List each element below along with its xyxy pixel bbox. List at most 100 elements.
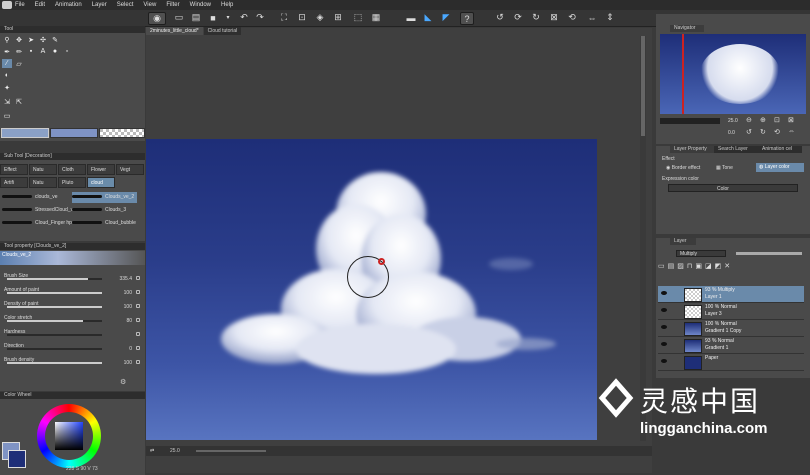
fill-icon[interactable]: ◈ bbox=[314, 12, 326, 23]
clear-outside-icon[interactable]: ⊡ bbox=[296, 12, 308, 23]
property-slider[interactable] bbox=[7, 320, 102, 322]
menu-file[interactable]: File bbox=[15, 2, 25, 8]
rotate-right-icon[interactable]: ↻ bbox=[760, 128, 766, 136]
flip-icon[interactable]: ⇔ bbox=[788, 128, 795, 135]
menu-window[interactable]: Window bbox=[190, 2, 211, 8]
subtool-tab-vegetation[interactable]: Vegt bbox=[116, 164, 144, 175]
rotate-left-icon[interactable]: ↺ bbox=[494, 12, 506, 23]
subtool-tab-natu[interactable]: Natu bbox=[29, 177, 57, 188]
open-file-icon[interactable]: ▤ bbox=[190, 12, 202, 23]
blend-tool-icon[interactable]: ◐ bbox=[2, 71, 12, 80]
layer-row[interactable]: 93 % Normal Gradient 1 bbox=[658, 337, 804, 354]
tool-property-row[interactable]: Color stretch 80 bbox=[4, 315, 140, 325]
saturation-value-square[interactable] bbox=[55, 422, 83, 450]
pen-pressure-icon[interactable] bbox=[136, 276, 140, 280]
eyedropper-tool-icon[interactable]: ✎ bbox=[50, 35, 60, 44]
menu-layer[interactable]: Layer bbox=[92, 2, 107, 8]
opacity-slider[interactable] bbox=[736, 252, 802, 255]
frame-tool-icon[interactable]: ▫ bbox=[62, 47, 72, 56]
snap-ruler-icon[interactable]: ▬ bbox=[405, 12, 417, 23]
flip-vertical-icon[interactable]: ⇕ bbox=[604, 12, 616, 23]
transform-icon[interactable]: ⊞ bbox=[332, 12, 344, 23]
brush-item[interactable]: clouds_ve bbox=[2, 192, 58, 203]
deselect-icon[interactable]: ⬚ bbox=[352, 12, 364, 23]
operation-tool-icon[interactable]: ➤ bbox=[26, 35, 36, 44]
zoom-slider[interactable] bbox=[196, 450, 266, 452]
clip-layer-icon[interactable]: ⊓ bbox=[687, 262, 692, 272]
decoration-tool-icon[interactable]: ✦ bbox=[2, 83, 12, 92]
rotate-icon[interactable]: ⟳ bbox=[512, 12, 524, 23]
expression-color-select[interactable]: Color bbox=[668, 184, 798, 192]
navigator-zoom-icon[interactable]: ⇄ bbox=[150, 448, 154, 454]
clear-selection-icon[interactable]: ⛶ bbox=[278, 12, 290, 23]
eye-icon[interactable] bbox=[661, 359, 667, 363]
pen-pressure-icon[interactable] bbox=[136, 332, 140, 336]
menu-select[interactable]: Select bbox=[117, 2, 134, 8]
fill-tool-icon[interactable]: ▪ bbox=[26, 47, 36, 56]
pen-pressure-icon[interactable] bbox=[136, 290, 140, 294]
layer-row[interactable]: 100 % Normal Layer 3 bbox=[658, 303, 804, 320]
fit-icon[interactable]: ⊠ bbox=[548, 12, 560, 23]
eye-icon[interactable] bbox=[661, 325, 667, 329]
figure-tool-icon[interactable]: ⇱ bbox=[14, 97, 24, 106]
reset-rotation-icon[interactable]: ⟲ bbox=[774, 128, 780, 136]
lock-icon[interactable]: ▣ bbox=[695, 262, 702, 272]
layer-tab[interactable]: Layer bbox=[670, 238, 696, 245]
tone-toggle[interactable]: ▦ Tone bbox=[716, 165, 733, 171]
reset-view-icon[interactable]: ⟲ bbox=[566, 12, 578, 23]
text-tool-icon[interactable]: A bbox=[38, 47, 48, 56]
eraser-tool-icon[interactable]: ▱ bbox=[14, 59, 24, 68]
tool-property-row[interactable]: Brush density 100 bbox=[4, 357, 140, 367]
layer-row[interactable]: 93 % Multiply Layer 1 bbox=[658, 286, 804, 303]
animation-cel-tab[interactable]: Animation cel bbox=[758, 146, 802, 153]
property-slider[interactable] bbox=[7, 362, 102, 364]
pen-pressure-icon[interactable] bbox=[136, 318, 140, 322]
subtool-tab-cloud[interactable]: cloud bbox=[87, 177, 115, 188]
menu-view[interactable]: View bbox=[143, 2, 156, 8]
property-slider[interactable] bbox=[7, 292, 102, 294]
scrollbar-thumb[interactable] bbox=[641, 36, 645, 136]
property-slider[interactable] bbox=[7, 306, 102, 308]
flip-horizontal-icon[interactable]: ⇔ bbox=[586, 12, 598, 23]
invert-selection-icon[interactable]: ▦ bbox=[370, 12, 382, 23]
layer-row[interactable]: Paper bbox=[658, 354, 804, 371]
delete-layer-icon[interactable]: ✕ bbox=[724, 262, 730, 272]
transparent-color-swatch[interactable] bbox=[99, 128, 145, 138]
subtool-tab-flower[interactable]: Flower bbox=[87, 164, 115, 175]
hue-ring[interactable] bbox=[37, 404, 101, 468]
move-tool-icon[interactable]: ✥ bbox=[14, 35, 24, 44]
doc-tab-active[interactable]: 2minutes_little_cloud* bbox=[146, 27, 203, 35]
brush-item-selected[interactable]: Clouds_ve_2 bbox=[72, 192, 138, 203]
tool-property-row[interactable]: Brush Size 335.4 bbox=[4, 273, 140, 283]
pencil-tool-icon[interactable]: ✏ bbox=[14, 47, 24, 56]
subtool-tab-pluto[interactable]: Pluto bbox=[58, 177, 86, 188]
reference-icon[interactable]: ◩ bbox=[715, 262, 722, 272]
eye-icon[interactable] bbox=[661, 342, 667, 346]
correct-line-tool-icon[interactable]: ▭ bbox=[2, 111, 12, 120]
chevron-down-icon[interactable]: ▾ bbox=[222, 12, 234, 23]
pen-pressure-icon[interactable] bbox=[136, 346, 140, 350]
property-slider[interactable] bbox=[7, 348, 102, 350]
new-folder-icon[interactable]: ▨ bbox=[677, 262, 684, 272]
brush-tool-icon[interactable]: ⁄ bbox=[2, 59, 12, 68]
tool-property-row[interactable]: Direction 0 bbox=[4, 343, 140, 353]
subtool-tab-cloth[interactable]: Cloth bbox=[58, 164, 86, 175]
eye-icon[interactable] bbox=[661, 291, 667, 295]
pen-tool-icon[interactable]: ✒ bbox=[2, 47, 12, 56]
new-vector-layer-icon[interactable]: ▤ bbox=[668, 262, 675, 272]
help-icon[interactable]: ? bbox=[460, 12, 474, 25]
rotate-right-icon[interactable]: ↻ bbox=[530, 12, 542, 23]
zoom-out-icon[interactable]: ⊖ bbox=[746, 116, 752, 124]
pen-pressure-icon[interactable] bbox=[136, 304, 140, 308]
main-color-box[interactable] bbox=[8, 450, 26, 468]
brush-item[interactable]: StressedCloud_ve bbox=[2, 205, 76, 216]
subtool-tab-effect[interactable]: Effect bbox=[0, 164, 28, 175]
actual-size-icon[interactable]: ⊠ bbox=[788, 116, 794, 124]
clip-studio-icon[interactable]: ◉ bbox=[148, 12, 166, 25]
main-color-swatch[interactable] bbox=[1, 128, 49, 138]
tool-property-row[interactable]: Amount of paint 100 bbox=[4, 287, 140, 297]
zoom-in-icon[interactable]: ⊕ bbox=[760, 116, 766, 124]
menu-animation[interactable]: Animation bbox=[55, 2, 82, 8]
menu-filter[interactable]: Filter bbox=[166, 2, 179, 8]
canvas[interactable] bbox=[146, 139, 597, 440]
